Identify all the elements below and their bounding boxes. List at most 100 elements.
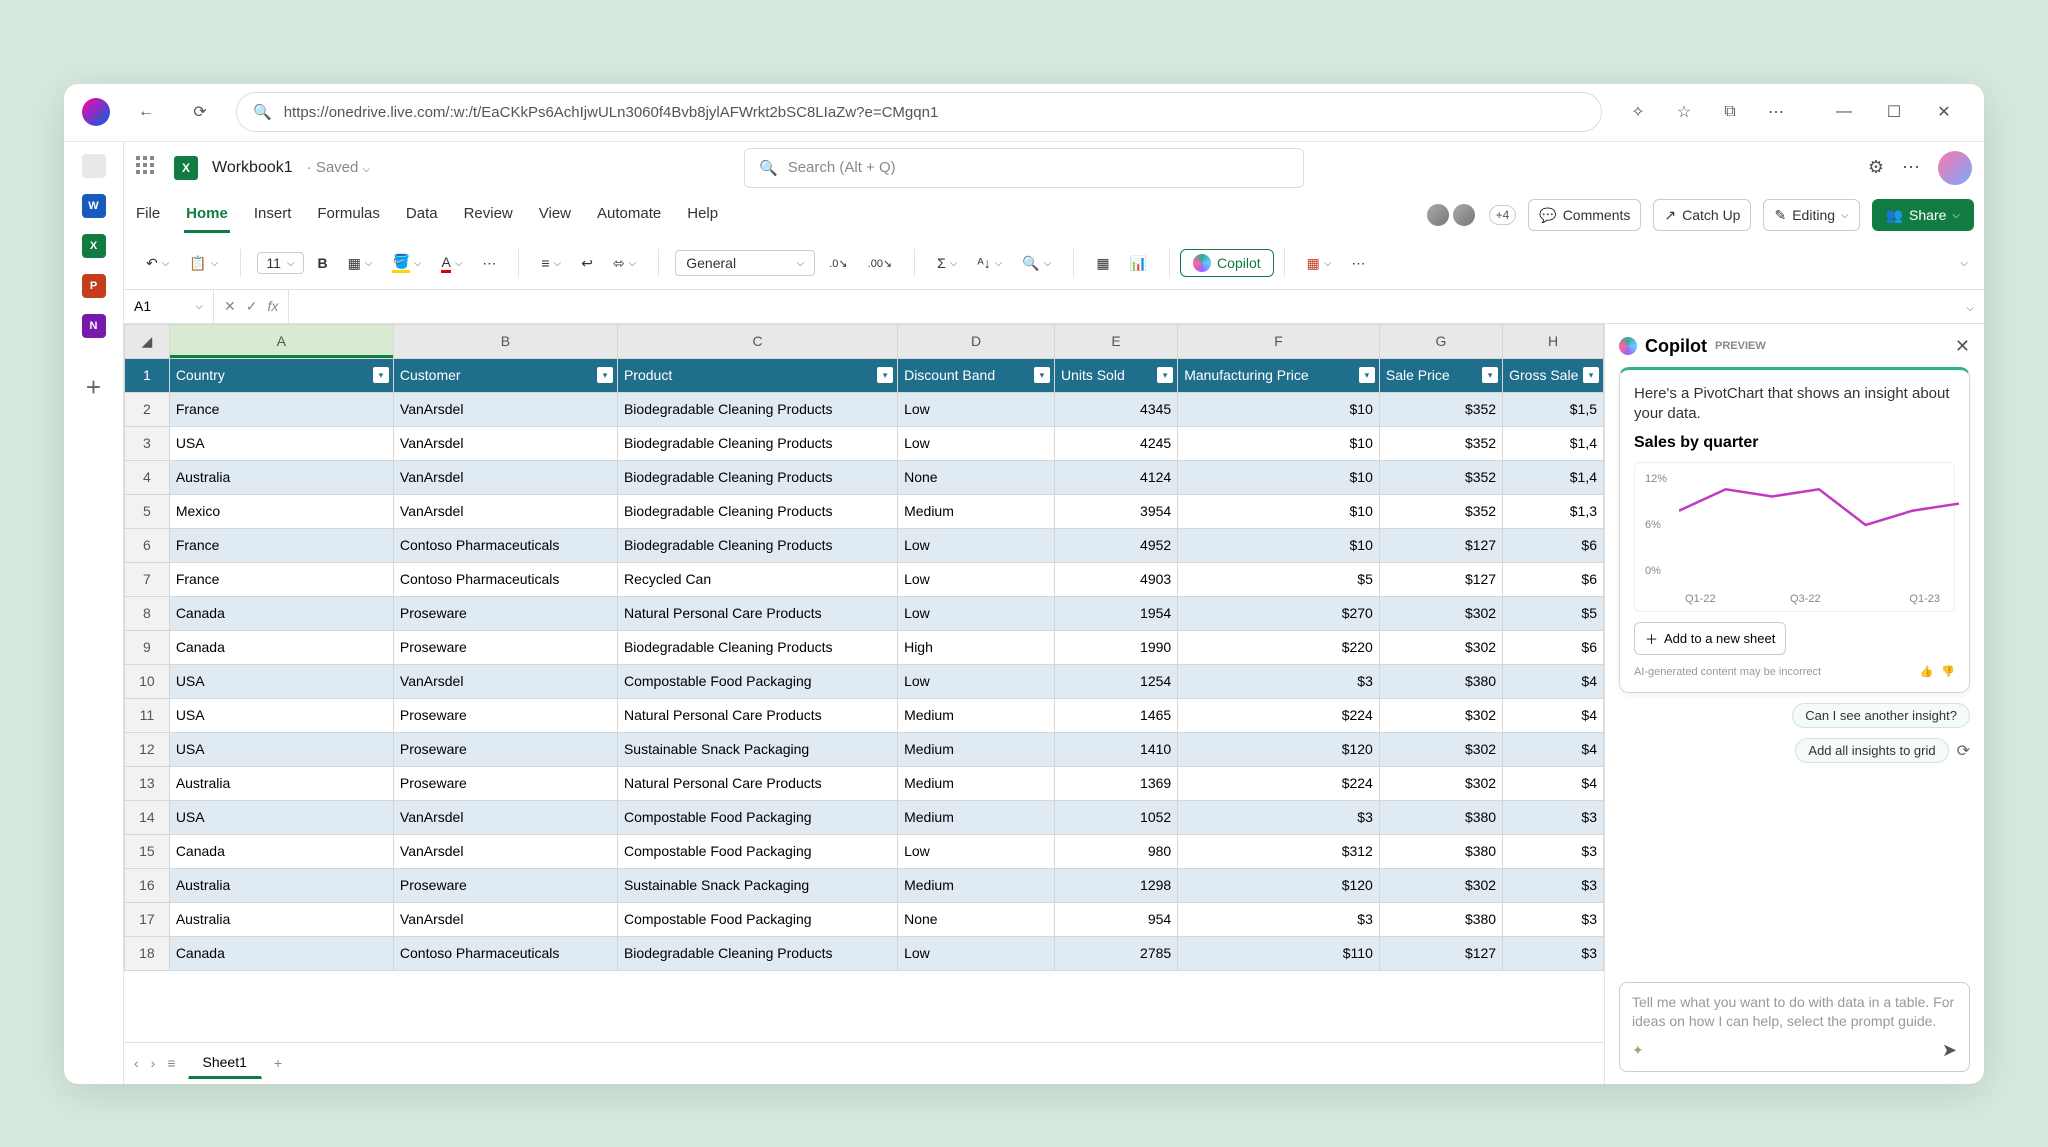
cell[interactable]: 4345 [1054,392,1177,426]
col-header-E[interactable]: E [1054,324,1177,358]
borders-button[interactable]: ▦⌵ [342,251,379,276]
cell[interactable]: 1410 [1054,732,1177,766]
row-header-16[interactable]: 16 [125,868,170,902]
name-box[interactable]: A1⌵ [124,290,214,323]
cell[interactable]: Biodegradable Cleaning Products [617,936,897,970]
cell[interactable]: USA [169,426,393,460]
cell[interactable]: Proseware [393,698,617,732]
cell[interactable]: $5 [1503,596,1604,630]
cell[interactable]: $3 [1178,902,1380,936]
minimize-button[interactable]: — [1822,94,1866,130]
bold-button[interactable]: B [312,251,334,275]
cell[interactable]: Australia [169,868,393,902]
find-button[interactable]: 🔍⌵ [1016,251,1057,276]
col-header-A[interactable]: A [169,324,393,358]
cell[interactable]: 1465 [1054,698,1177,732]
cell[interactable]: $224 [1178,766,1380,800]
cell[interactable]: $3 [1503,902,1604,936]
expand-formula-button[interactable]: ⌵ [1956,298,1984,314]
cell[interactable]: Compostable Food Packaging [617,800,897,834]
cell[interactable]: Low [898,834,1055,868]
cell[interactable]: 954 [1054,902,1177,936]
filter-dropdown-icon[interactable]: ▾ [597,367,613,383]
editing-mode-button[interactable]: ✎ Editing ⌵ [1763,199,1859,231]
cell[interactable]: Canada [169,834,393,868]
filter-dropdown-icon[interactable]: ▾ [1583,367,1599,383]
cell[interactable]: VanArsdel [393,834,617,868]
tab-automate[interactable]: Automate [595,197,663,233]
cell[interactable]: $3 [1503,800,1604,834]
cell[interactable]: $127 [1379,936,1502,970]
row-header-5[interactable]: 5 [125,494,170,528]
cell[interactable]: Contoso Pharmaceuticals [393,936,617,970]
back-button[interactable]: ← [128,94,164,130]
cell[interactable]: Natural Personal Care Products [617,596,897,630]
cell[interactable]: VanArsdel [393,460,617,494]
align-button[interactable]: ≡⌵ [535,251,567,275]
refresh-button[interactable]: ⟳ [182,94,218,130]
fx-icon[interactable]: fx [267,298,278,314]
autosum-button[interactable]: Σ⌵ [931,251,963,275]
row-header-10[interactable]: 10 [125,664,170,698]
cell[interactable]: Low [898,562,1055,596]
filter-dropdown-icon[interactable]: ▾ [877,367,893,383]
account-avatar[interactable] [1938,151,1972,185]
cell[interactable]: Low [898,596,1055,630]
cell[interactable]: $1,5 [1503,392,1604,426]
cell[interactable]: $1,3 [1503,494,1604,528]
paste-button[interactable]: 📋⌵ [183,251,224,276]
wrap-text-button[interactable]: ↩ [575,251,599,276]
tab-formulas[interactable]: Formulas [315,197,382,233]
collapse-ribbon-button[interactable]: ⌵ [1954,254,1974,273]
addins-button[interactable]: ▦ [1090,251,1115,276]
cell[interactable]: VanArsdel [393,426,617,460]
cell[interactable]: Medium [898,494,1055,528]
collections-icon[interactable]: ⧉ [1712,94,1748,130]
fill-color-button[interactable]: 🪣⌵ [386,249,427,277]
cell[interactable]: Canada [169,630,393,664]
cell[interactable]: Proseware [393,732,617,766]
close-button[interactable]: ✕ [1922,94,1966,130]
row-header-1[interactable]: 1 [125,358,170,392]
cell[interactable]: Medium [898,766,1055,800]
cell[interactable]: USA [169,800,393,834]
catchup-button[interactable]: ↗ Catch Up [1653,199,1751,231]
cell[interactable]: VanArsdel [393,494,617,528]
row-header-18[interactable]: 18 [125,936,170,970]
tab-insert[interactable]: Insert [252,197,294,233]
increase-decimal-button[interactable]: .00↘ [862,253,899,274]
prompt-guide-icon[interactable]: ✦ [1632,1042,1644,1059]
extra-collab-count[interactable]: +4 [1489,205,1517,225]
all-sheets-button[interactable]: ≡ [167,1055,175,1071]
row-header-3[interactable]: 3 [125,426,170,460]
cell[interactable]: 1954 [1054,596,1177,630]
cell[interactable]: $380 [1379,834,1502,868]
cell[interactable]: $1,4 [1503,426,1604,460]
table-header-units-sold[interactable]: Units Sold▾ [1054,358,1177,392]
tab-help[interactable]: Help [685,197,720,233]
shield-icon[interactable]: ✧ [1620,94,1656,130]
cell[interactable]: $270 [1178,596,1380,630]
cell[interactable]: $380 [1379,902,1502,936]
cell[interactable]: $3 [1503,868,1604,902]
cell[interactable]: $224 [1178,698,1380,732]
cell[interactable]: $10 [1178,528,1380,562]
cell[interactable]: $380 [1379,800,1502,834]
add-to-sheet-button[interactable]: ＋ Add to a new sheet [1634,622,1786,655]
cell[interactable]: Recycled Can [617,562,897,596]
cell[interactable]: Medium [898,698,1055,732]
workbook-name[interactable]: Workbook1 [212,159,293,177]
cell[interactable]: Proseware [393,868,617,902]
cell[interactable]: $3 [1503,936,1604,970]
cell[interactable]: 4903 [1054,562,1177,596]
cell[interactable]: $120 [1178,868,1380,902]
cell[interactable]: $302 [1379,766,1502,800]
row-header-2[interactable]: 2 [125,392,170,426]
cell[interactable]: None [898,902,1055,936]
cell[interactable]: $380 [1379,664,1502,698]
cell[interactable]: $3 [1178,800,1380,834]
cell[interactable]: VanArsdel [393,800,617,834]
cell[interactable]: Biodegradable Cleaning Products [617,494,897,528]
cell[interactable]: Biodegradable Cleaning Products [617,630,897,664]
profile-avatar[interactable] [82,98,110,126]
